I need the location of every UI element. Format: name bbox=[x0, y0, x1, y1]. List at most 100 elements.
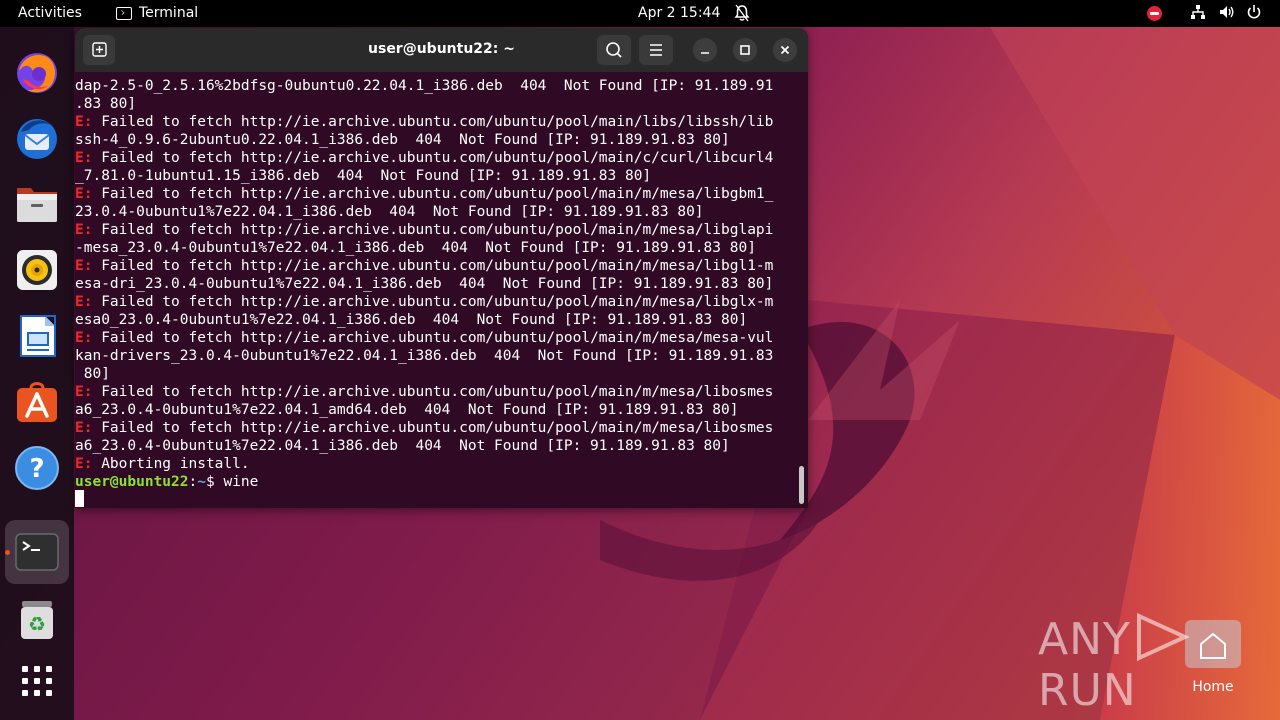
svg-text:?: ? bbox=[29, 454, 44, 484]
error-prefix: E: bbox=[75, 186, 93, 202]
anyrun-watermark: ANYRUN bbox=[1038, 612, 1280, 716]
play-triangle-icon bbox=[1136, 612, 1190, 662]
terminal-line: E: Failed to fetch http://ie.archive.ubu… bbox=[75, 185, 773, 203]
error-prefix: E: bbox=[75, 258, 93, 274]
terminal-line: E: Aborting install. bbox=[75, 455, 250, 473]
network-icon[interactable] bbox=[1190, 4, 1206, 24]
terminal-line: _7.81.0-1ubuntu1.15_i386.deb 404 Not Fou… bbox=[75, 167, 651, 185]
text-cursor bbox=[75, 490, 84, 507]
maximize-button[interactable] bbox=[733, 38, 757, 62]
do-not-disturb-icon[interactable] bbox=[1147, 6, 1162, 21]
line-text: .83 80] bbox=[75, 96, 137, 112]
line-text: Failed to fetch http://ie.archive.ubuntu… bbox=[92, 384, 774, 400]
search-button[interactable] bbox=[597, 35, 631, 65]
home-label: Home bbox=[1192, 679, 1234, 695]
close-button[interactable] bbox=[773, 38, 797, 62]
show-apps-icon[interactable] bbox=[13, 657, 61, 705]
line-text: dap-2.5-0_2.5.16%2bdfsg-0ubuntu0.22.04.1… bbox=[75, 78, 774, 94]
line-text: Aborting install. bbox=[92, 456, 250, 472]
terminal-line: kan-drivers_23.0.4-0ubuntu1%7e22.04.1_i3… bbox=[75, 347, 773, 365]
writer-icon[interactable] bbox=[13, 312, 61, 360]
watermark-text-right: RUN bbox=[1038, 665, 1137, 716]
error-prefix: E: bbox=[75, 330, 93, 346]
line-text: Failed to fetch http://ie.archive.ubuntu… bbox=[92, 330, 774, 346]
error-prefix: E: bbox=[75, 150, 93, 166]
line-text: Failed to fetch http://ie.archive.ubuntu… bbox=[92, 114, 774, 130]
line-text: Failed to fetch http://ie.archive.ubuntu… bbox=[92, 222, 774, 238]
terminal-line: E: Failed to fetch http://ie.archive.ubu… bbox=[75, 419, 773, 437]
line-text: -mesa_23.0.4-0ubuntu1%7e22.04.1_i386.deb… bbox=[75, 240, 756, 256]
terminal-icon[interactable] bbox=[13, 528, 61, 576]
app-center-icon[interactable] bbox=[13, 378, 61, 426]
line-text: 23.0.4-0ubuntu1%7e22.04.1_i386.deb 404 N… bbox=[75, 204, 704, 220]
terminal-line: -mesa_23.0.4-0ubuntu1%7e22.04.1_i386.deb… bbox=[75, 239, 756, 257]
terminal-line: a6_23.0.4-0ubuntu1%7e22.04.1_i386.deb 40… bbox=[75, 437, 730, 455]
svg-text:♻: ♻ bbox=[28, 612, 46, 636]
app-menu-label: Terminal bbox=[139, 5, 199, 21]
terminal-line: 23.0.4-0ubuntu1%7e22.04.1_i386.deb 404 N… bbox=[75, 203, 704, 221]
watermark-text-left: ANY bbox=[1038, 614, 1131, 665]
prompt-user-host: user@ubuntu22 bbox=[75, 474, 189, 490]
error-prefix: E: bbox=[75, 384, 93, 400]
command-input[interactable]: wine bbox=[223, 474, 258, 490]
terminal-line: dap-2.5-0_2.5.16%2bdfsg-0ubuntu0.22.04.1… bbox=[75, 77, 773, 95]
clock[interactable]: Apr 2 15:44 bbox=[638, 5, 720, 21]
running-indicator bbox=[5, 550, 10, 555]
line-text: Failed to fetch http://ie.archive.ubuntu… bbox=[92, 150, 774, 166]
error-prefix: E: bbox=[75, 294, 93, 310]
line-text: esa0_23.0.4-0ubuntu1%7e22.04.1_i386.deb … bbox=[75, 312, 748, 328]
terminal-line: .83 80] bbox=[75, 95, 136, 113]
terminal-line: E: Failed to fetch http://ie.archive.ubu… bbox=[75, 113, 773, 131]
error-prefix: E: bbox=[75, 456, 93, 472]
terminal-line: E: Failed to fetch http://ie.archive.ubu… bbox=[75, 149, 773, 167]
line-text: Failed to fetch http://ie.archive.ubuntu… bbox=[92, 258, 774, 274]
terminal-line: E: Failed to fetch http://ie.archive.ubu… bbox=[75, 257, 773, 275]
line-text: kan-drivers_23.0.4-0ubuntu1%7e22.04.1_i3… bbox=[75, 348, 774, 364]
help-icon[interactable]: ? bbox=[13, 444, 61, 492]
minimize-button[interactable] bbox=[693, 38, 717, 62]
terminal-line: a6_23.0.4-0ubuntu1%7e22.04.1_amd64.deb 4… bbox=[75, 401, 738, 419]
terminal-window[interactable]: user@ubuntu22: ~ dap-2.5-0_2.5.16%2bdfsg… bbox=[75, 28, 808, 508]
prompt-line: user@ubuntu22:~$ wine bbox=[75, 473, 258, 491]
line-text: Failed to fetch http://ie.archive.ubuntu… bbox=[92, 294, 774, 310]
terminal-header-bar[interactable]: user@ubuntu22: ~ bbox=[75, 28, 808, 72]
terminal-line: esa0_23.0.4-0ubuntu1%7e22.04.1_i386.deb … bbox=[75, 311, 747, 329]
line-text: a6_23.0.4-0ubuntu1%7e22.04.1_i386.deb 40… bbox=[75, 438, 730, 454]
terminal-output[interactable]: dap-2.5-0_2.5.16%2bdfsg-0ubuntu0.22.04.1… bbox=[75, 72, 808, 508]
line-text: Failed to fetch http://ie.archive.ubuntu… bbox=[92, 420, 774, 436]
files-icon[interactable] bbox=[13, 180, 61, 228]
trash-icon[interactable]: ♻ bbox=[13, 595, 61, 643]
terminal-line: E: Failed to fetch http://ie.archive.ubu… bbox=[75, 383, 773, 401]
app-menu[interactable]: Terminal bbox=[116, 5, 198, 21]
firefox-icon[interactable] bbox=[13, 49, 61, 97]
top-bar: Activities Terminal Apr 2 15:44 bbox=[0, 0, 1280, 27]
line-text: ssh-4_0.9.6-2ubuntu0.22.04.1_i386.deb 40… bbox=[75, 132, 730, 148]
error-prefix: E: bbox=[75, 114, 93, 130]
terminal-line: E: Failed to fetch http://ie.archive.ubu… bbox=[75, 293, 773, 311]
terminal-line: E: Failed to fetch http://ie.archive.ubu… bbox=[75, 329, 773, 347]
activities-button[interactable]: Activities bbox=[18, 5, 82, 21]
volume-icon[interactable] bbox=[1219, 4, 1235, 24]
prompt-path: ~ bbox=[197, 474, 206, 490]
notification-bell-icon[interactable] bbox=[734, 4, 750, 26]
error-prefix: E: bbox=[75, 222, 93, 238]
prompt-colon: : bbox=[188, 474, 198, 490]
terminal-line: 80] bbox=[75, 365, 110, 383]
line-text: 80] bbox=[75, 366, 110, 382]
terminal-line: E: Failed to fetch http://ie.archive.ubu… bbox=[75, 221, 773, 239]
scrollbar[interactable] bbox=[799, 466, 804, 504]
line-text: a6_23.0.4-0ubuntu1%7e22.04.1_amd64.deb 4… bbox=[75, 402, 739, 418]
terminal-line: ssh-4_0.9.6-2ubuntu0.22.04.1_i386.deb 40… bbox=[75, 131, 730, 149]
thunderbird-icon[interactable] bbox=[13, 114, 61, 162]
hamburger-menu-button[interactable] bbox=[639, 35, 673, 65]
rhythmbox-icon[interactable] bbox=[13, 246, 61, 294]
line-text: _7.81.0-1ubuntu1.15_i386.deb 404 Not Fou… bbox=[75, 168, 652, 184]
error-prefix: E: bbox=[75, 420, 93, 436]
power-icon[interactable] bbox=[1246, 4, 1262, 24]
terminal-app-icon bbox=[116, 6, 132, 20]
terminal-line: esa-dri_23.0.4-0ubuntu1%7e22.04.1_i386.d… bbox=[75, 275, 773, 293]
prompt-dollar: $ bbox=[205, 474, 224, 490]
line-text: Failed to fetch http://ie.archive.ubuntu… bbox=[92, 186, 774, 202]
line-text: esa-dri_23.0.4-0ubuntu1%7e22.04.1_i386.d… bbox=[75, 276, 774, 292]
dock: ? ♻ bbox=[0, 27, 74, 720]
